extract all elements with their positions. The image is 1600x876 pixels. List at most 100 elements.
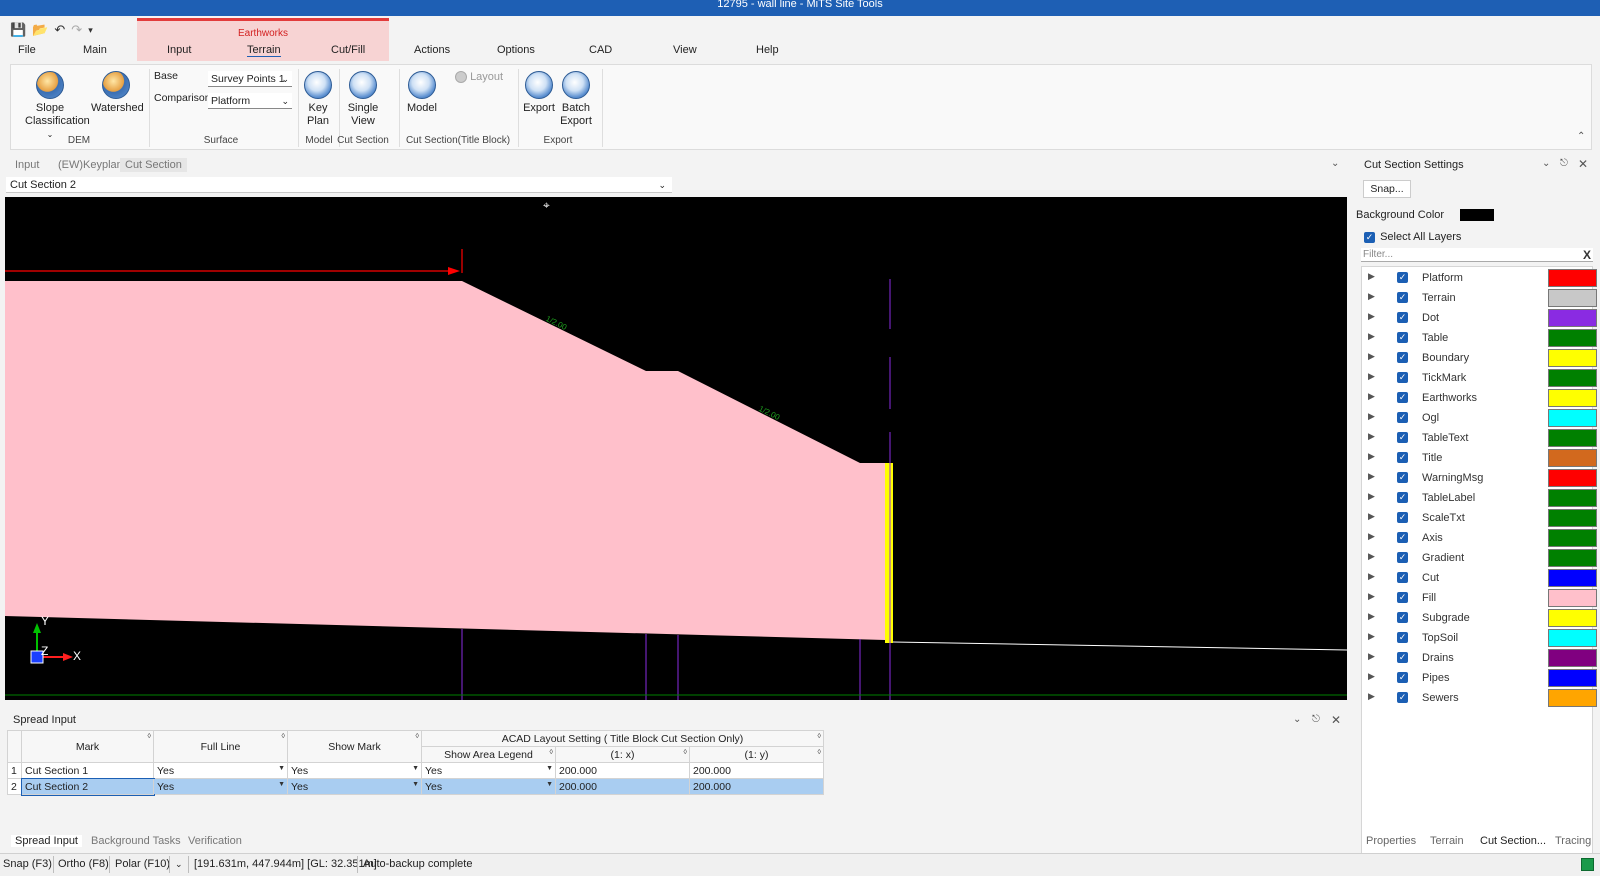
layer-color-swatch[interactable]: [1548, 409, 1597, 427]
close-icon[interactable]: ✕: [1331, 713, 1341, 727]
expand-arrow-icon[interactable]: ▶: [1368, 551, 1375, 562]
x-cell[interactable]: 200.000: [555, 778, 690, 795]
tab-tracing[interactable]: Tracing: [1555, 835, 1591, 847]
ortho-toggle[interactable]: Ortho (F8): [58, 854, 109, 874]
layer-color-swatch[interactable]: [1548, 289, 1597, 307]
layer-color-swatch[interactable]: [1548, 649, 1597, 667]
checkbox-checked-icon[interactable]: ✓: [1397, 452, 1408, 463]
legend-cell[interactable]: Yes ▼: [421, 778, 556, 795]
layer-row[interactable]: ▶ ✓ Earthworks: [1362, 388, 1597, 408]
layer-row[interactable]: ▶ ✓ WarningMsg: [1362, 468, 1597, 488]
tab-input[interactable]: Input: [10, 158, 44, 172]
dropdown-arrow-icon[interactable]: ▼: [412, 781, 419, 788]
layer-color-swatch[interactable]: [1548, 269, 1597, 287]
expand-arrow-icon[interactable]: ▶: [1368, 691, 1375, 702]
expand-arrow-icon[interactable]: ▶: [1368, 271, 1375, 282]
save-icon[interactable]: 💾: [10, 22, 26, 38]
layer-row[interactable]: ▶ ✓ Axis: [1362, 528, 1597, 548]
legend-cell[interactable]: Yes ▼: [421, 762, 556, 779]
menu-file[interactable]: File: [18, 44, 36, 56]
base-select[interactable]: Survey Points 1 ⌄: [208, 71, 292, 87]
expand-arrow-icon[interactable]: ▶: [1368, 311, 1375, 322]
layer-row[interactable]: ▶ ✓ Drains: [1362, 648, 1597, 668]
expand-arrow-icon[interactable]: ▶: [1368, 511, 1375, 522]
expand-arrow-icon[interactable]: ▶: [1368, 451, 1375, 462]
menu-terrain[interactable]: Terrain: [247, 44, 281, 57]
pin-icon[interactable]: ⎋: [1312, 714, 1320, 725]
table-row[interactable]: 1 Cut Section 1 Yes ▼ Yes ▼ Yes ▼ 200.000 2…: [7, 762, 824, 779]
layer-color-swatch[interactable]: [1548, 589, 1597, 607]
tab-properties[interactable]: Properties: [1366, 835, 1416, 847]
x-header[interactable]: (1: x) ◊: [555, 746, 690, 763]
checkbox-checked-icon[interactable]: ✓: [1397, 432, 1408, 443]
dropdown-arrow-icon[interactable]: ▼: [546, 781, 553, 788]
mark-cell[interactable]: Cut Section 2: [20, 777, 155, 796]
layer-color-swatch[interactable]: [1548, 609, 1597, 627]
expand-arrow-icon[interactable]: ▶: [1368, 431, 1375, 442]
tab-cut-section-settings[interactable]: Cut Section...: [1480, 835, 1546, 847]
expand-arrow-icon[interactable]: ▶: [1368, 671, 1375, 682]
dropdown-arrow-icon[interactable]: ▼: [278, 781, 285, 788]
checkbox-checked-icon[interactable]: ✓: [1397, 292, 1408, 303]
cut-section-canvas[interactable]: 1/2.00 1/2.00 ⌖ Y Z X: [5, 197, 1347, 700]
tab-spread-input[interactable]: Spread Input: [11, 835, 82, 847]
layer-row[interactable]: ▶ ✓ Cut: [1362, 568, 1597, 588]
tab-verification[interactable]: Verification: [188, 835, 242, 847]
comparison-select[interactable]: Platform ⌄: [208, 93, 292, 109]
snap-toggle[interactable]: Snap (F3): [3, 854, 52, 874]
checkbox-checked-icon[interactable]: ✓: [1397, 592, 1408, 603]
y-cell[interactable]: 200.000: [689, 778, 824, 795]
dropdown-arrow-icon[interactable]: ▼: [546, 765, 553, 772]
layer-color-swatch[interactable]: [1548, 549, 1597, 567]
menu-actions[interactable]: Actions: [414, 44, 450, 56]
tab-terrain[interactable]: Terrain: [1430, 835, 1464, 847]
expand-arrow-icon[interactable]: ▶: [1368, 651, 1375, 662]
checkbox-checked-icon[interactable]: ✓: [1397, 612, 1408, 623]
layer-color-swatch[interactable]: [1548, 529, 1597, 547]
dropdown-arrow-icon[interactable]: ▼: [412, 765, 419, 772]
polar-toggle[interactable]: Polar (F10): [115, 854, 170, 874]
checkbox-checked-icon[interactable]: ✓: [1397, 352, 1408, 363]
undo-icon[interactable]: ↶: [54, 22, 65, 38]
model-button[interactable]: Model: [404, 71, 440, 115]
table-row[interactable]: 2 Cut Section 2 Yes ▼ Yes ▼ Yes ▼ 200.000 2…: [7, 777, 824, 796]
layer-row[interactable]: ▶ ✓ TableText: [1362, 428, 1597, 448]
layer-row[interactable]: ▶ ✓ Sewers: [1362, 688, 1597, 708]
checkbox-checked-icon[interactable]: ✓: [1397, 372, 1408, 383]
layer-row[interactable]: ▶ ✓ Fill: [1362, 588, 1597, 608]
checkbox-checked-icon[interactable]: ✓: [1397, 552, 1408, 563]
dropdown-arrow-icon[interactable]: ▼: [278, 765, 285, 772]
layer-color-swatch[interactable]: [1548, 629, 1597, 647]
checkbox-checked-icon[interactable]: ✓: [1397, 492, 1408, 503]
expand-arrow-icon[interactable]: ▶: [1368, 471, 1375, 482]
chevron-down-icon[interactable]: ⌄: [1542, 158, 1550, 169]
menu-view[interactable]: View: [673, 44, 697, 56]
close-icon[interactable]: ✕: [1578, 157, 1588, 171]
checkbox-checked-icon[interactable]: ✓: [1397, 472, 1408, 483]
mark-cell[interactable]: Cut Section 1: [21, 762, 154, 779]
menu-cutfill[interactable]: Cut/Fill: [331, 44, 365, 56]
open-icon[interactable]: 📂: [32, 22, 48, 38]
key-plan-button[interactable]: Key Plan: [300, 71, 336, 128]
expand-arrow-icon[interactable]: ▶: [1368, 371, 1375, 382]
collapse-ribbon-icon[interactable]: ⌃: [1577, 131, 1585, 142]
checkbox-checked-icon[interactable]: ✓: [1397, 672, 1408, 683]
clear-filter-icon[interactable]: X: [1583, 248, 1591, 262]
layer-color-swatch[interactable]: [1548, 429, 1597, 447]
expand-arrow-icon[interactable]: ▶: [1368, 291, 1375, 302]
layer-color-swatch[interactable]: [1548, 369, 1597, 387]
tab-cut-section[interactable]: Cut Section: [120, 158, 187, 172]
checkbox-checked-icon[interactable]: ✓: [1397, 692, 1408, 703]
layer-row[interactable]: ▶ ✓ TickMark: [1362, 368, 1597, 388]
mark-header[interactable]: Mark ◊: [21, 730, 154, 763]
layer-color-swatch[interactable]: [1548, 469, 1597, 487]
cut-section-select[interactable]: Cut Section 2 ⌄: [6, 177, 672, 193]
single-view-button[interactable]: Single View: [343, 71, 383, 128]
layer-color-swatch[interactable]: [1548, 449, 1597, 467]
expand-arrow-icon[interactable]: ▶: [1368, 331, 1375, 342]
checkbox-checked-icon[interactable]: ✓: [1397, 572, 1408, 583]
slope-classification-button[interactable]: Slope Classification ⌄: [25, 71, 90, 141]
expand-arrow-icon[interactable]: ▶: [1368, 531, 1375, 542]
checkbox-checked-icon[interactable]: ✓: [1364, 232, 1375, 243]
layer-color-swatch[interactable]: [1548, 329, 1597, 347]
